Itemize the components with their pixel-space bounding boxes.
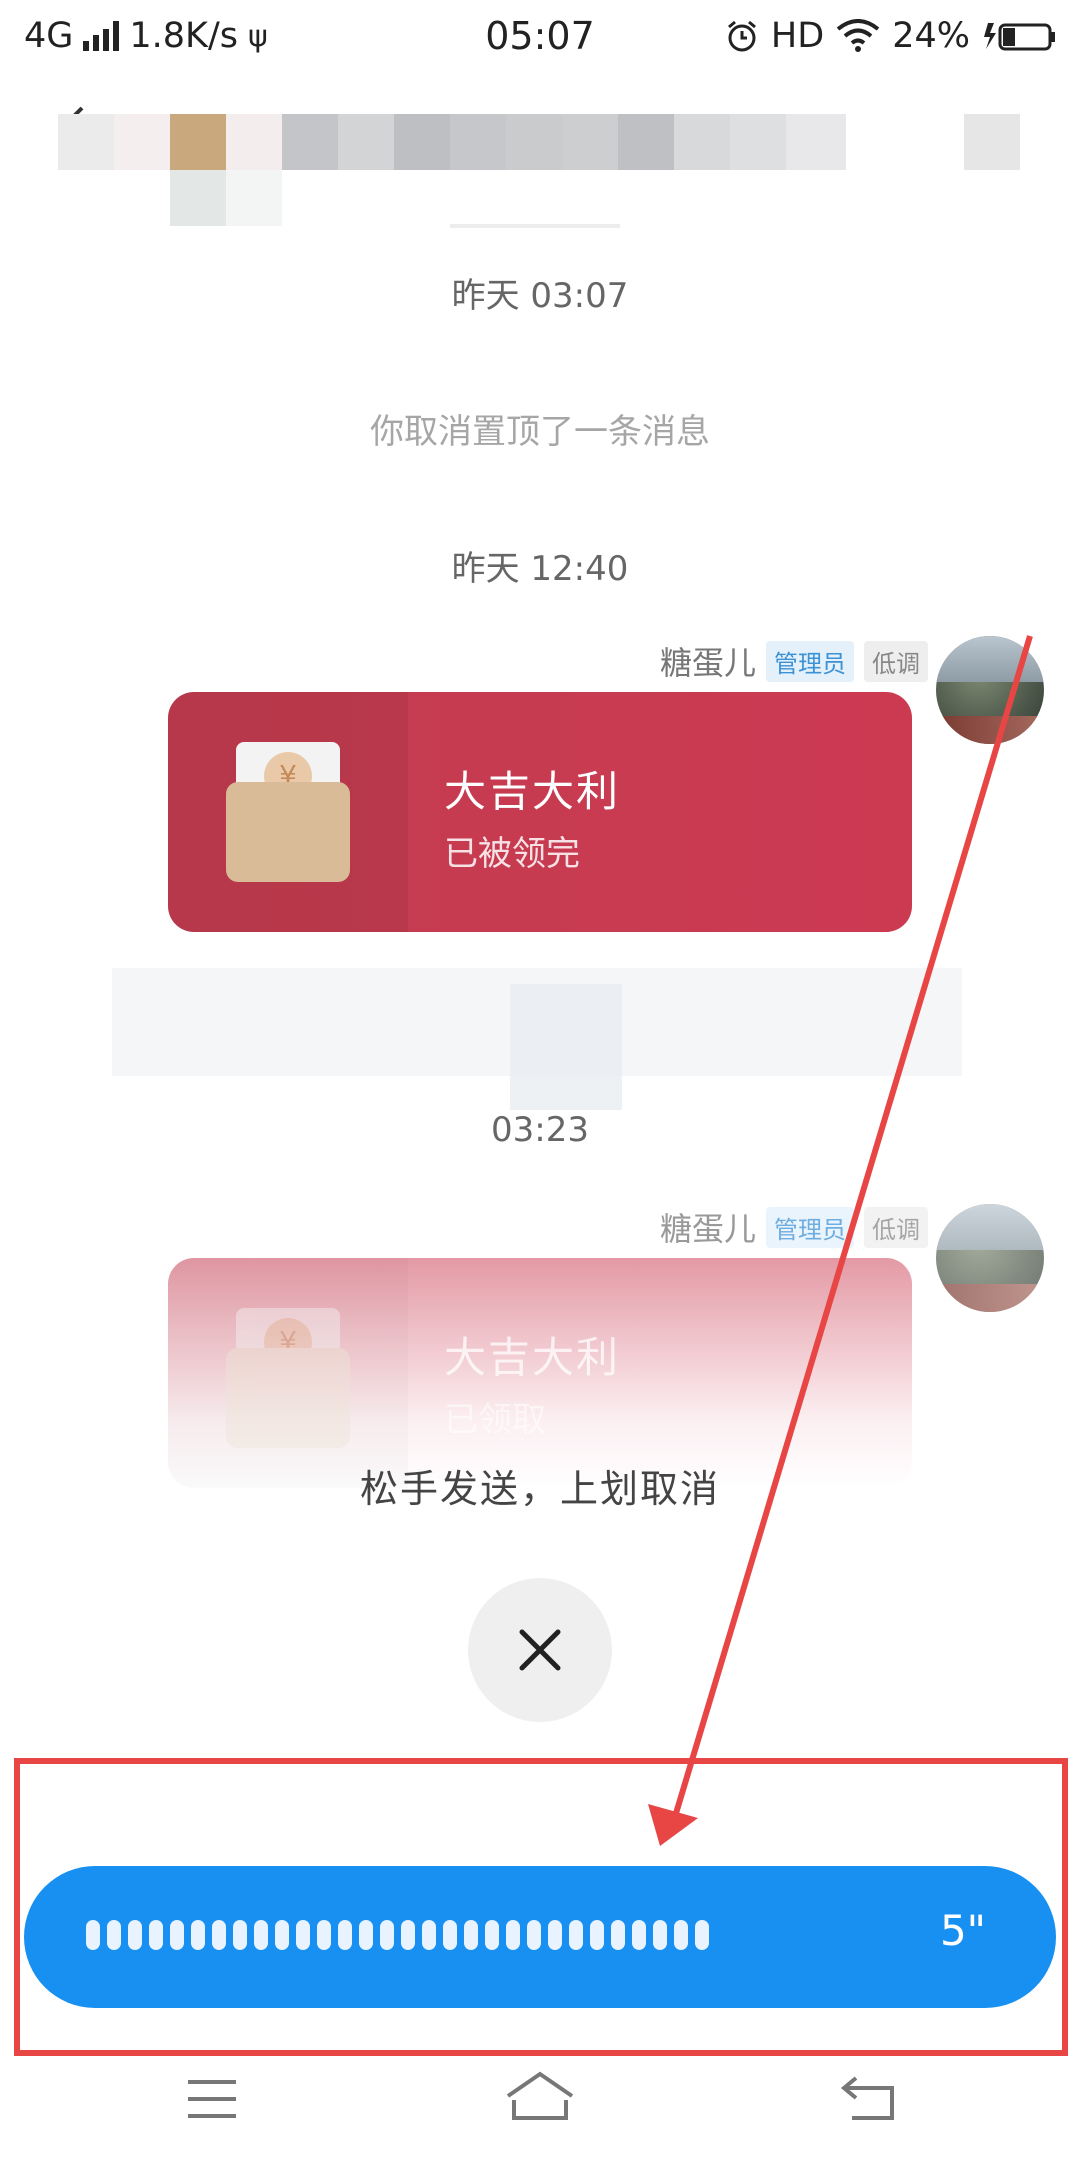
waveform-bar [695,1920,709,1950]
waveform-bar [338,1920,352,1950]
waveform-icon [86,1920,709,1954]
waveform-bar [653,1920,667,1950]
waveform-bar [611,1920,625,1950]
waveform-bar [170,1920,184,1950]
waveform-bar [548,1920,562,1950]
waveform-bar [401,1920,415,1950]
voice-recording-bar[interactable]: 5" [24,1866,1056,2008]
system-nav-bar [0,2060,1080,2160]
waveform-bar [296,1920,310,1950]
waveform-bar [86,1920,100,1950]
recording-duration: 5" [939,1906,986,1955]
waveform-bar [359,1920,373,1950]
waveform-bar [590,1920,604,1950]
waveform-bar [506,1920,520,1950]
waveform-bar [485,1920,499,1950]
menu-icon[interactable] [186,2074,238,2124]
waveform-bar [254,1920,268,1950]
waveform-bar [422,1920,436,1950]
back-icon[interactable] [840,2074,898,2122]
waveform-bar [275,1920,289,1950]
waveform-bar [464,1920,478,1950]
waveform-bar [212,1920,226,1950]
waveform-bar [128,1920,142,1950]
waveform-bar [317,1920,331,1950]
waveform-bar [674,1920,688,1950]
waveform-bar [527,1920,541,1950]
waveform-bar [107,1920,121,1950]
waveform-bar [569,1920,583,1950]
waveform-bar [380,1920,394,1950]
waveform-bar [233,1920,247,1950]
waveform-bar [191,1920,205,1950]
home-icon[interactable] [504,2070,576,2126]
waveform-bar [632,1920,646,1950]
waveform-bar [443,1920,457,1950]
waveform-bar [149,1920,163,1950]
